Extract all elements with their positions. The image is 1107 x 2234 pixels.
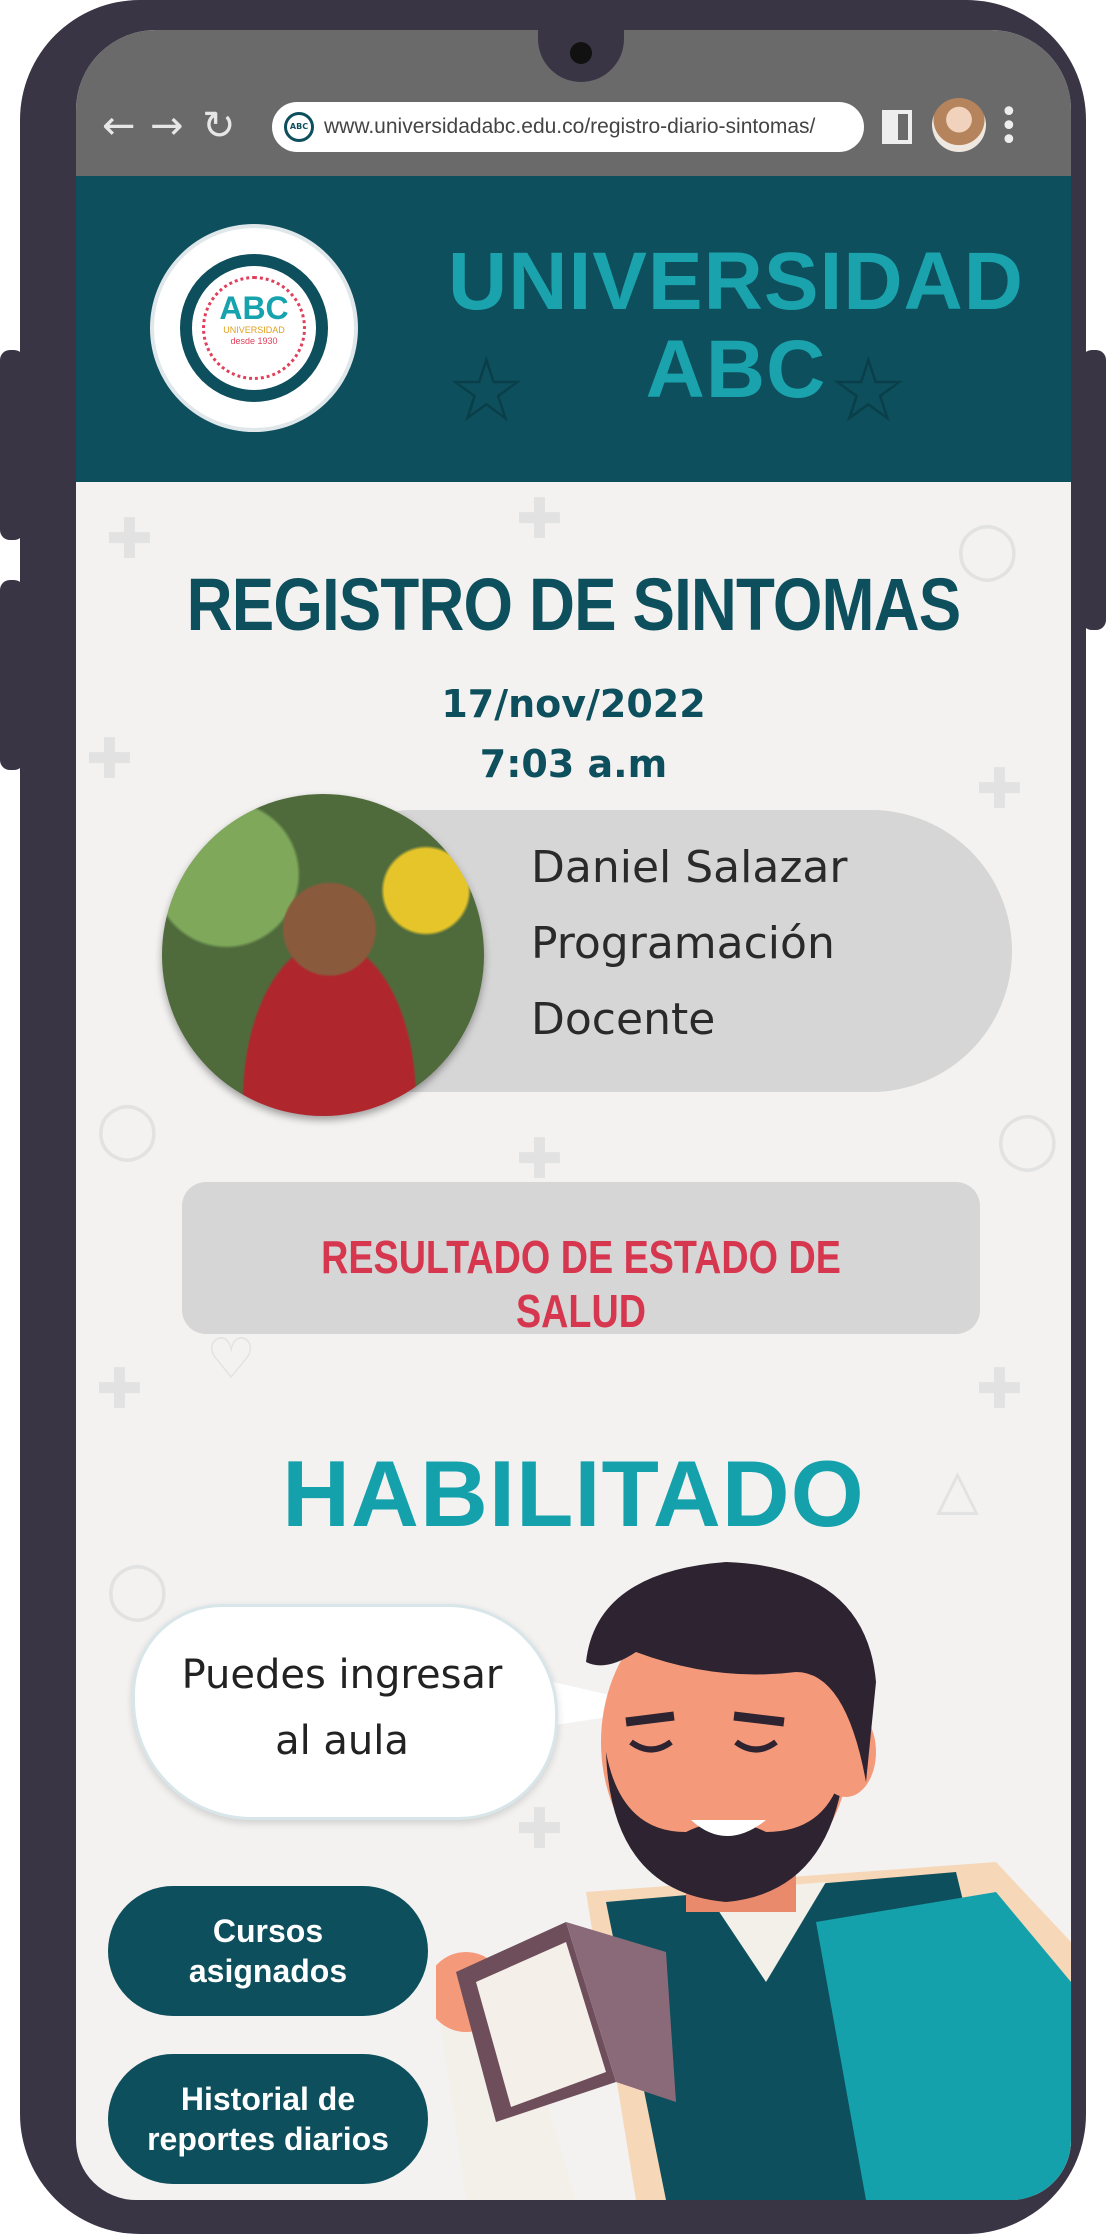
forward-icon[interactable]: → (150, 106, 184, 146)
user-department: Programación (531, 918, 835, 969)
pill-icon: ◯ (96, 1097, 159, 1162)
logo-text: ABC (219, 290, 289, 326)
page-title: REGISTRO DE SINTOMAS (186, 563, 962, 646)
power-button (1082, 350, 1106, 630)
pill-icon: ✚ (106, 507, 153, 572)
tabs-icon[interactable] (882, 110, 912, 144)
reload-icon[interactable]: ↻ (202, 106, 236, 146)
logo-inner: ABC UNIVERSIDAD desde 1930 (202, 276, 306, 380)
menu-icon[interactable]: • • • (1000, 98, 1018, 156)
report-date: 17/nov/2022 (441, 682, 706, 726)
volume-button (0, 350, 24, 540)
health-status-value: HABILITADO (282, 1441, 865, 1546)
logo-ring: ABC UNIVERSIDAD desde 1930 (180, 254, 328, 402)
site-title-line2: ABC (645, 324, 827, 415)
cross-icon: ✚ (516, 487, 563, 552)
assigned-courses-button[interactable]: Cursos asignados (108, 1886, 428, 2016)
health-status-label: RESULTADO DE ESTADO DE SALUD (321, 1231, 841, 1337)
reading-man-illustration (436, 1562, 1071, 2200)
daily-reports-line2: reportes diarios (147, 2121, 389, 2157)
volume-button (0, 580, 24, 770)
university-logo[interactable]: ABC UNIVERSIDAD desde 1930 (150, 224, 358, 432)
user-role: Docente (531, 994, 716, 1045)
site-header: ABC UNIVERSIDAD desde 1930 ☆ ☆ UNIVERSID… (76, 176, 1071, 482)
heart-icon: ♡ (206, 1327, 257, 1392)
health-status-box: RESULTADO DE ESTADO DE SALUD (182, 1182, 980, 1337)
assigned-courses-line1: Cursos (212, 1913, 324, 1949)
url-text: www.universidadabc.edu.co/registro-diari… (324, 115, 816, 138)
daily-reports-history-button[interactable]: Historial de reportes diarios (108, 2054, 428, 2184)
camera-icon (570, 42, 592, 64)
screen: ← → ↻ ABC www.universidadabc.edu.co/regi… (76, 30, 1071, 2200)
main-content: ✚ ✚ ◯ ✚ ✚ ◯ ✚ ◯ ✚ ♡ ✚ △ ◯ ✚ REGISTRO DE … (76, 482, 1071, 2200)
user-photo (162, 794, 484, 1116)
site-title-line1: UNIVERSIDAD (448, 236, 1024, 327)
site-favicon: ABC (284, 112, 314, 142)
logo-subtitle: UNIVERSIDAD (223, 325, 285, 335)
back-icon[interactable]: ← (102, 106, 136, 146)
assigned-courses-line2: asignados (188, 1953, 348, 1989)
pill-icon: ◯ (996, 1107, 1059, 1172)
logo-founded: desde 1930 (230, 336, 278, 346)
phone-frame: ← → ↻ ABC www.universidadabc.edu.co/regi… (0, 0, 1106, 2234)
cross-icon: ✚ (976, 1357, 1023, 1422)
cross-icon: ✚ (96, 1357, 143, 1422)
report-time: 7:03 a.m (479, 742, 668, 786)
address-bar[interactable]: ABC www.universidadabc.edu.co/registro-d… (272, 102, 864, 152)
site-title: UNIVERSIDAD ABC (406, 238, 1066, 414)
pill-icon: ◯ (106, 1557, 169, 1622)
cross-icon: ✚ (516, 1127, 563, 1192)
user-name: Daniel Salazar (531, 842, 848, 893)
profile-avatar[interactable] (932, 98, 986, 152)
daily-reports-line1: Historial de (180, 2081, 356, 2117)
